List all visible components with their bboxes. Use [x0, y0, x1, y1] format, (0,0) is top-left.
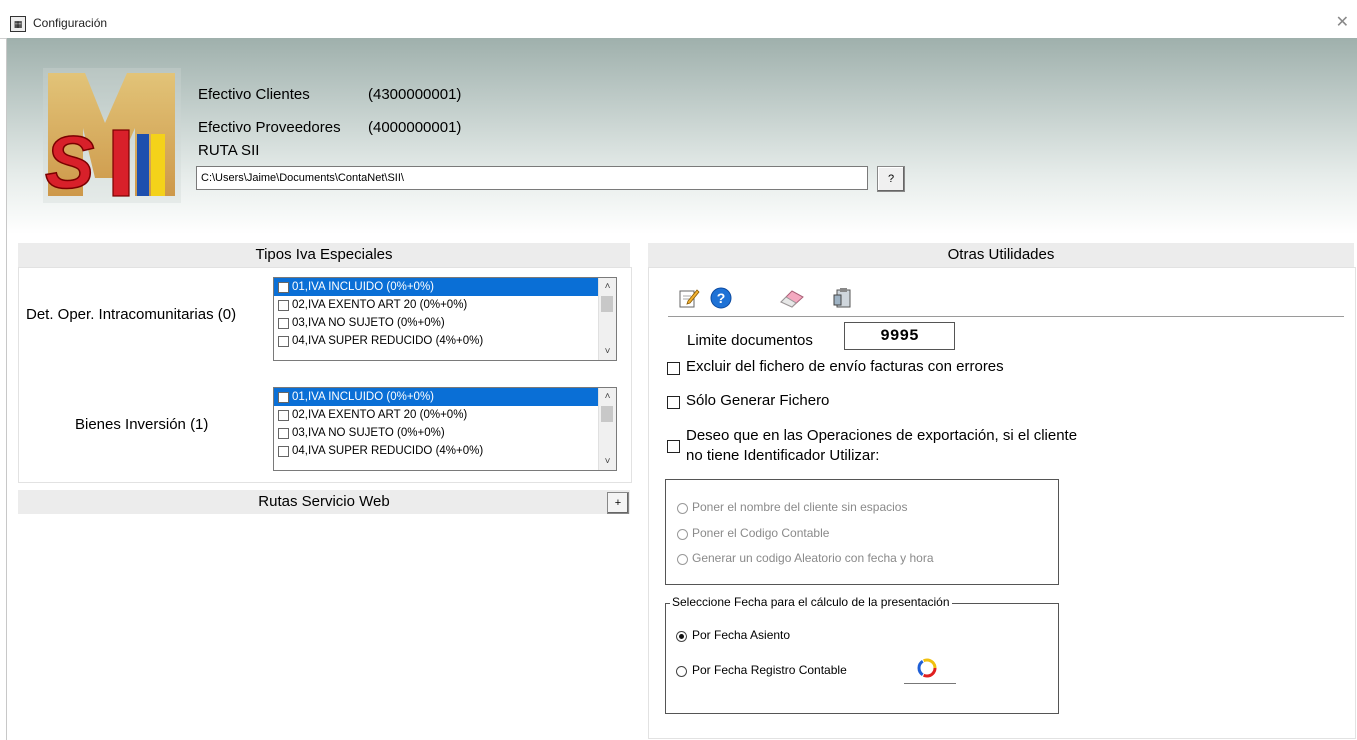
scroll-down-icon[interactable]: ˅: [599, 343, 616, 360]
scroll-thumb[interactable]: [601, 296, 613, 312]
checkbox[interactable]: [278, 427, 289, 439]
scroll-thumb[interactable]: [601, 406, 613, 422]
limite-documentos-input[interactable]: 9995: [844, 322, 955, 350]
window-title: Configuración: [33, 16, 108, 30]
ruta-sii-label: RUTA SII: [198, 142, 260, 159]
list-item[interactable]: 04,IVA SUPER REDUCIDO (4%+0%): [274, 442, 616, 460]
radio-fecha-asiento-label: Por Fecha Asiento: [692, 628, 791, 642]
list-item-label: 01,IVA INCLUIDO (0%+0%): [292, 281, 434, 293]
deseo-label-line2: no tiene Identificador Utilizar:: [686, 447, 880, 464]
excluir-label: Excluir del fichero de envío facturas co…: [686, 358, 1004, 375]
list-item[interactable]: 03,IVA NO SUJETO (0%+0%): [274, 424, 616, 442]
sii-logo: S: [43, 68, 181, 203]
header-panel: [7, 38, 1357, 234]
clipboard-icon[interactable]: [832, 287, 854, 309]
browse-button[interactable]: ?: [877, 166, 905, 192]
scroll-up-icon[interactable]: ˄: [599, 278, 616, 295]
list-item[interactable]: 02,IVA EXENTO ART 20 (0%+0%): [274, 296, 616, 314]
checkbox[interactable]: [278, 317, 289, 329]
checkbox[interactable]: [278, 445, 289, 457]
refresh-icon[interactable]: [915, 657, 939, 679]
intracom-listbox[interactable]: 01,IVA INCLUIDO (0%+0%) 02,IVA EXENTO AR…: [273, 277, 617, 361]
radio-codigo-contable[interactable]: [677, 529, 688, 540]
deseo-label-line1: Deseo que en las Operaciones de exportac…: [686, 427, 1078, 444]
expand-rutas-button[interactable]: +: [607, 492, 629, 514]
list-item-label: 03,IVA NO SUJETO (0%+0%): [292, 427, 445, 439]
eraser-icon[interactable]: [778, 287, 806, 309]
refresh-underline: [904, 683, 956, 684]
scrollbar[interactable]: ˄ ˅: [598, 388, 616, 470]
efectivo-clientes-label: Efectivo Clientes: [198, 86, 310, 103]
solo-generar-label: Sólo Generar Fichero: [686, 392, 830, 409]
radio-codigo-contable-label: Poner el Codigo Contable: [692, 526, 830, 540]
svg-text:S: S: [45, 121, 94, 203]
help-icon[interactable]: ?: [710, 287, 732, 309]
fecha-group-title: Seleccione Fecha para el cálculo de la p…: [670, 595, 952, 609]
checkbox[interactable]: [278, 391, 289, 403]
fecha-group: [665, 603, 1059, 714]
checkbox[interactable]: [278, 299, 289, 311]
bienes-label: Bienes Inversión (1): [75, 416, 209, 433]
rutas-header: Rutas Servicio Web: [18, 490, 630, 514]
radio-fecha-registro[interactable]: [676, 666, 687, 677]
app-icon: ▦: [10, 16, 26, 32]
radio-codigo-aleatorio-label: Generar un codigo Aleatorio con fecha y …: [692, 551, 934, 565]
close-icon[interactable]: ✕: [1336, 12, 1349, 32]
list-item-label: 02,IVA EXENTO ART 20 (0%+0%): [292, 299, 468, 311]
radio-codigo-aleatorio[interactable]: [677, 554, 688, 565]
efectivo-clientes-value: (4300000001): [368, 86, 462, 103]
title-bar: ▦ Configuración ✕: [0, 0, 1357, 39]
list-item[interactable]: 03,IVA NO SUJETO (0%+0%): [274, 314, 616, 332]
list-item-label: 04,IVA SUPER REDUCIDO (4%+0%): [292, 445, 484, 457]
checkbox[interactable]: [278, 281, 289, 293]
limite-label: Limite documentos: [687, 332, 813, 349]
deseo-checkbox[interactable]: [667, 440, 680, 453]
list-item-label: 04,IVA SUPER REDUCIDO (4%+0%): [292, 335, 484, 347]
edit-icon[interactable]: [678, 287, 700, 309]
list-item[interactable]: 02,IVA EXENTO ART 20 (0%+0%): [274, 406, 616, 424]
list-item-label: 02,IVA EXENTO ART 20 (0%+0%): [292, 409, 468, 421]
tipos-iva-header: Tipos Iva Especiales: [18, 243, 630, 267]
efectivo-proveedores-label: Efectivo Proveedores: [198, 119, 341, 136]
list-item[interactable]: 04,IVA SUPER REDUCIDO (4%+0%): [274, 332, 616, 350]
toolbar-divider: [668, 316, 1344, 317]
intracom-label: Det. Oper. Intracomunitarias (0): [26, 306, 237, 323]
radio-nombre-cliente-label: Poner el nombre del cliente sin espacios: [692, 500, 908, 514]
checkbox[interactable]: [278, 335, 289, 347]
ruta-sii-input[interactable]: C:\Users\Jaime\Documents\ContaNet\SII\: [196, 166, 868, 190]
list-item-label: 03,IVA NO SUJETO (0%+0%): [292, 317, 445, 329]
list-item[interactable]: 01,IVA INCLUIDO (0%+0%): [274, 388, 616, 406]
otras-header: Otras Utilidades: [648, 243, 1354, 267]
radio-fecha-asiento[interactable]: [676, 631, 687, 642]
list-item-label: 01,IVA INCLUIDO (0%+0%): [292, 391, 434, 403]
scroll-up-icon[interactable]: ˄: [599, 388, 616, 405]
list-item[interactable]: 01,IVA INCLUIDO (0%+0%): [274, 278, 616, 296]
radio-nombre-cliente[interactable]: [677, 503, 688, 514]
scrollbar[interactable]: ˄ ˅: [598, 278, 616, 360]
excluir-checkbox[interactable]: [667, 362, 680, 375]
checkbox[interactable]: [278, 409, 289, 421]
radio-fecha-registro-label: Por Fecha Registro Contable: [692, 663, 847, 677]
solo-generar-checkbox[interactable]: [667, 396, 680, 409]
bienes-listbox[interactable]: 01,IVA INCLUIDO (0%+0%) 02,IVA EXENTO AR…: [273, 387, 617, 471]
efectivo-proveedores-value: (4000000001): [368, 119, 462, 136]
scroll-down-icon[interactable]: ˅: [599, 453, 616, 470]
svg-text:?: ?: [717, 290, 726, 306]
